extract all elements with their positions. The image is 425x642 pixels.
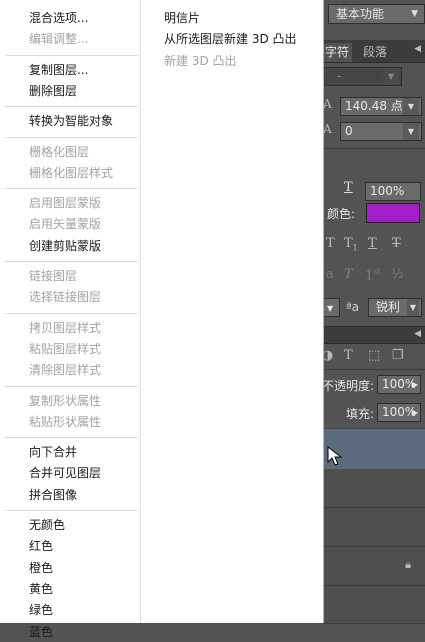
menu-item[interactable]: 黄色 [29,579,53,599]
antialias-select[interactable]: 锐利 ▼ [368,298,422,317]
font-size-icon: A [323,97,332,111]
leading-value: 0 [345,124,353,138]
underline-icon[interactable]: T [368,236,377,251]
fill-field[interactable]: 100% ▶ [377,403,421,422]
antialias-value: 锐利 [376,300,401,314]
menu-item[interactable]: 从所选图层新建 3D 凸出 [164,29,297,49]
menu-item[interactable]: 合并可见图层 [29,463,101,483]
tab-character[interactable]: 字符 [322,43,353,62]
menu-item[interactable]: 蓝色 [29,622,53,642]
menu-item: 编辑调整... [29,32,89,47]
menu-item: 清除图层样式 [29,363,102,378]
character-panel-tabs: 字符 段落 ◀ [322,40,425,63]
superscript-icon[interactable]: T [326,236,335,251]
menu-separator [5,312,138,314]
menu-separator [5,136,138,138]
layer-row[interactable] [322,508,425,547]
chevron-down-icon: ▼ [403,98,419,115]
menu-item: 粘贴形状属性 [29,414,102,429]
menu-item[interactable]: 拼合图像 [29,485,77,505]
filter-type-text-icon[interactable]: T [344,348,353,363]
menu-item: 栅格化图层 [29,144,90,159]
menu-item: 拷贝图层样式 [29,320,102,335]
layer-row[interactable] [322,586,425,624]
chevron-down-icon: ▼ [403,123,419,140]
font-size-value: 140.48 点 [345,99,403,113]
menu-item[interactable]: 混合选项... [29,8,88,28]
menu-separator [5,261,138,262]
panel-menu-icon[interactable]: ◀ [414,44,421,54]
cursor-arrow-icon [327,445,345,471]
color-label: 颜色: [327,207,356,221]
filter-type-smart-icon[interactable]: ❐ [392,348,404,363]
layers-panel-header: ◀ [322,326,425,344]
opacity-field[interactable]: 100% ▶ [377,375,421,394]
strikethrough-icon[interactable]: T [392,236,401,251]
fill-label: 填充: [346,407,375,421]
menu-item: 新建 3D 凸出 [164,53,237,68]
chevron-down-icon: ▼ [411,9,418,19]
workspace-label: 基本功能 [336,7,385,21]
antialias-icon: ªa [346,300,360,314]
menu-item: 栅格化图层样式 [29,165,114,180]
menu-separator [5,385,138,387]
menu-item[interactable]: 复制图层... [29,60,88,80]
tab-paragraph[interactable]: 段落 [360,43,390,62]
fraction-icon: ½ [391,267,404,282]
layer-row[interactable] [322,469,425,508]
menu-item[interactable]: 删除图层 [29,81,77,101]
menu-separator [5,106,138,108]
menu-item: 选择链接图层 [29,290,102,305]
menu-separator [5,437,138,439]
menu-item[interactable]: 向下合并 [29,442,77,462]
filter-type-shape-icon[interactable]: ⬚ [368,348,380,363]
font-style-select[interactable]: - ▼ [322,67,402,86]
menu-item[interactable]: 明信片 [164,8,200,28]
leading-icon: A [323,122,332,136]
layer-context-menu: 混合选项... 编辑调整... 复制图层... 删除图层转换为智能对象栅格化图层栅格化… [0,0,324,639]
menu-item[interactable]: 红色 [29,536,53,556]
chevron-down-icon: ▼ [407,299,419,316]
menu-separator [5,510,138,511]
scale-value: 100% [370,184,405,198]
menu-item: 启用图层蒙版 [29,196,102,211]
menu-item[interactable]: 转换为智能对象 [29,111,113,131]
vertical-scale-icon: T [344,180,353,195]
menu-item[interactable]: 创建剪贴蒙版 [29,236,101,256]
menu-item: 复制形状属性 [29,393,102,408]
workspace-switcher[interactable]: 基本功能 ▼ [328,4,425,24]
swash-icon: T [344,267,353,282]
panel-menu-icon[interactable]: ◀ [414,329,421,339]
language-select[interactable]: ▼ [322,298,340,317]
text-color-swatch[interactable] [366,203,420,223]
lock-icon: 🔒︎ [405,558,411,571]
menu-separator [5,54,138,56]
menu-item: 链接图层 [29,269,78,283]
menu-item[interactable]: 绿色 [29,600,53,620]
leading-field[interactable]: 0 ▼ [340,122,422,141]
scale-field[interactable]: 100% [365,182,421,201]
ligature-icon: a [326,267,334,282]
column-divider [140,0,141,623]
menu-item[interactable]: 橙色 [29,558,53,578]
ordinal-icon: 1st [365,267,381,284]
menu-item[interactable]: 无颜色 [29,515,65,535]
menu-separator [5,188,138,190]
layer-row[interactable]: 🔒︎ [322,547,425,586]
font-size-field[interactable]: 140.48 点 ▼ [340,97,422,116]
opacity-label: 不透明度: [322,379,375,393]
menu-item: 粘贴图层样式 [29,341,102,356]
subscript-icon[interactable]: T1 [344,236,358,253]
menu-item: 启用矢量蒙版 [29,217,102,232]
